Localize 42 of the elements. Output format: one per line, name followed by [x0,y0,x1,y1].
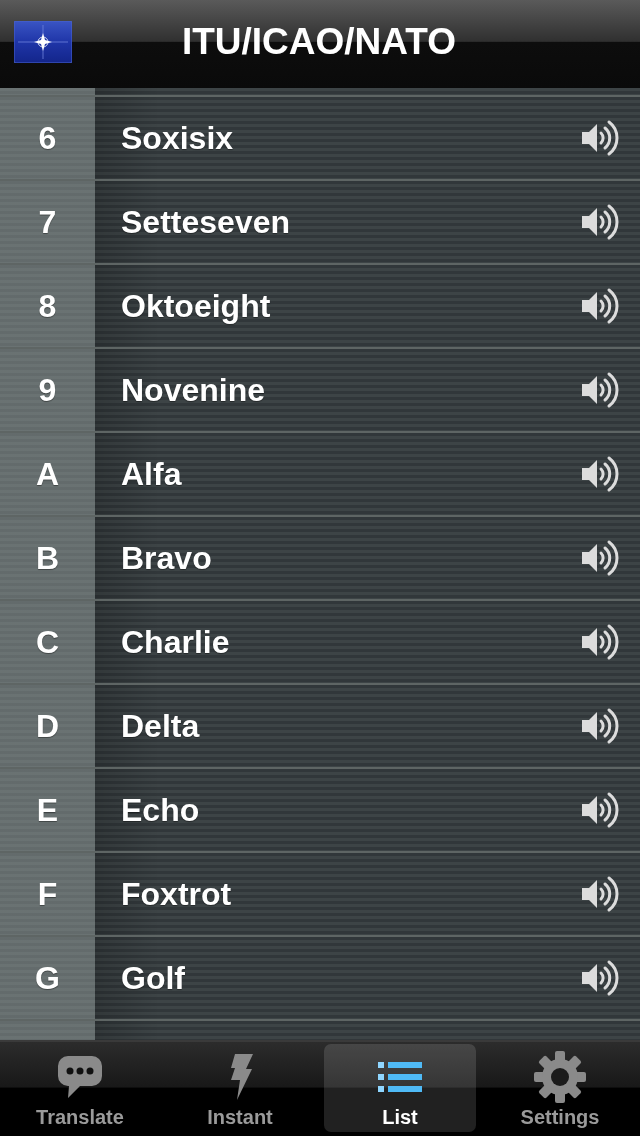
code-word: Setteseven [121,203,291,241]
settings-icon [534,1051,586,1103]
row-letter: 9 [37,371,58,409]
row-letter: F [36,875,59,913]
flag-icon [14,21,72,63]
header-title: ITU/ICAO/NATO [181,21,457,63]
speaker-icon[interactable] [582,119,620,157]
tab[interactable]: Translate [4,1044,156,1132]
chat-bubble-icon [56,1054,104,1100]
row-letter: E [35,791,60,829]
tab[interactable]: Instant [164,1044,316,1132]
list-icon [378,1062,422,1092]
code-word: Oktoeight [121,287,272,325]
code-word: Foxtrot [121,875,233,913]
code-word: Bravo [121,539,213,577]
tab[interactable]: List [324,1044,476,1132]
speaker-icon[interactable] [582,959,620,997]
code-word: Soxisix [121,119,235,157]
code-word: Alfa [121,455,183,493]
code-word: Golf [121,959,186,997]
row-letter: A [34,455,61,493]
tab[interactable]: Settings [484,1044,636,1132]
code-word: Charlie [121,623,231,661]
row-letter: C [34,623,61,661]
speaker-icon[interactable] [582,875,620,913]
row-letter: 7 [37,203,58,241]
speaker-icon[interactable] [582,371,620,409]
speaker-icon[interactable] [582,539,620,577]
row-letter: 6 [37,119,58,157]
speaker-icon[interactable] [582,707,620,745]
code-word: Novenine [121,371,267,409]
row-letter: D [34,707,61,745]
speaker-icon[interactable] [582,791,620,829]
row-letter: G [34,959,61,997]
row-letter: B [34,539,61,577]
speaker-icon[interactable] [582,455,620,493]
row-letter: 8 [37,287,58,325]
speaker-icon[interactable] [582,287,620,325]
speaker-icon[interactable] [582,203,620,241]
code-word: Delta [121,707,201,745]
code-word: Echo [121,791,201,829]
speaker-icon[interactable] [582,623,620,661]
